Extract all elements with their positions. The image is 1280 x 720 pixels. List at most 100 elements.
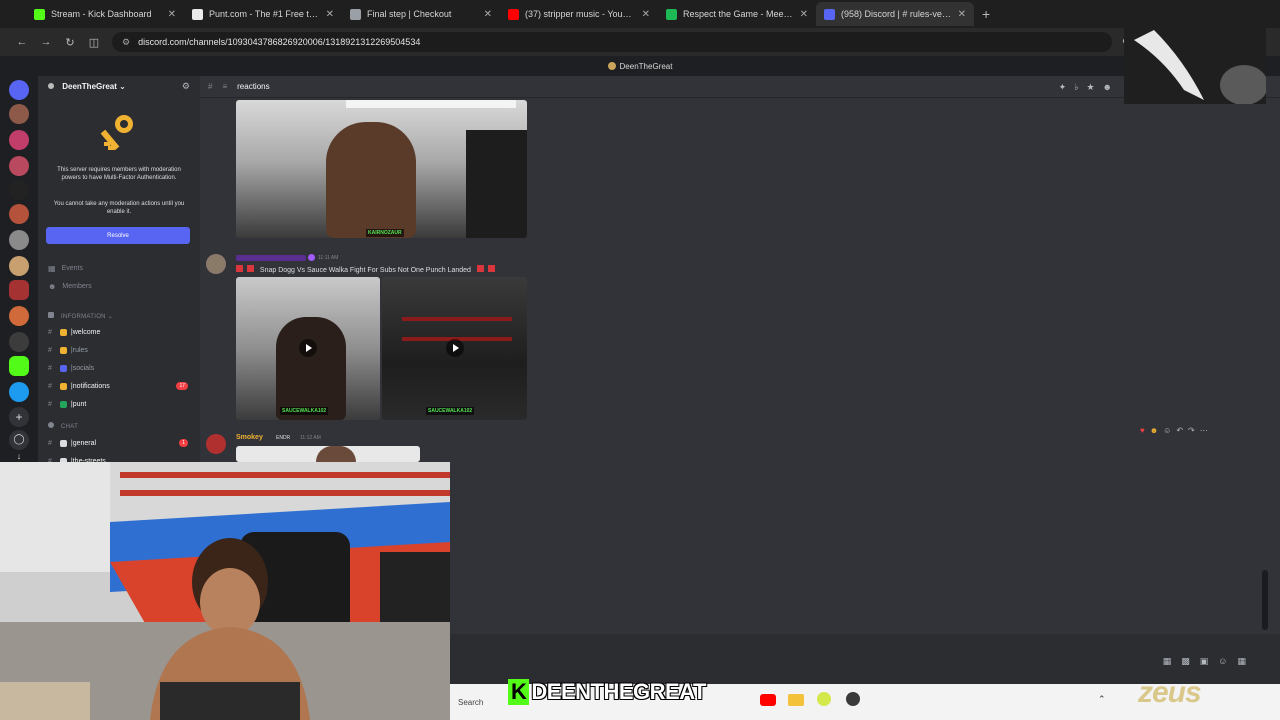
close-tab-icon[interactable]: ✕ — [484, 9, 492, 20]
server-name-header[interactable]: DeenTheGreat ⌄ — [48, 82, 126, 91]
streamer-name-banner: K DEENTHEGREAT — [508, 679, 706, 705]
threads-icon[interactable]: ✦ — [1059, 82, 1075, 92]
reload-icon[interactable]: ↻ — [58, 36, 82, 49]
forward-icon[interactable]: ↷ — [1188, 426, 1200, 435]
new-tab-button[interactable]: + — [982, 6, 990, 22]
server-icon[interactable] — [9, 382, 29, 402]
avatar[interactable] — [206, 254, 226, 274]
server-icon[interactable] — [9, 230, 29, 250]
channel-item-notifications[interactable]: # | notifications 17 — [48, 379, 194, 393]
close-tab-icon[interactable]: ✕ — [168, 9, 176, 20]
embedded-image[interactable] — [236, 446, 420, 462]
browser-tab[interactable]: Stream - Kick Dashboard ✕ — [26, 2, 184, 26]
browser-tab[interactable]: (958) Discord | # rules-verify ✕ — [816, 2, 974, 26]
channel-item-general[interactable]: # | general 1 — [48, 436, 194, 450]
close-tab-icon[interactable]: ✕ — [800, 9, 808, 20]
events-link[interactable]: ▦ Events — [48, 264, 83, 273]
address-bar[interactable]: ⚙ discord.com/channels/10930437868269200… — [112, 32, 1112, 52]
browser-tab[interactable]: Punt.com - The #1 Free to Play ✕ — [184, 2, 342, 26]
category-chat[interactable]: CHAT — [48, 422, 78, 430]
play-icon[interactable] — [299, 339, 317, 357]
channel-item-socials[interactable]: # | socials — [48, 361, 194, 375]
gift-icon[interactable]: ▦ — [1163, 656, 1182, 666]
folder-taskbar-icon[interactable] — [788, 694, 804, 706]
server-icon[interactable] — [9, 256, 29, 276]
kick-icon — [34, 8, 45, 20]
site-info-icon[interactable]: ⚙ — [122, 37, 130, 48]
laugh-reaction-icon[interactable]: ☻ — [1150, 426, 1163, 435]
browser-tab[interactable]: Respect the Game - Meek Mill ✕ — [658, 2, 816, 26]
mute-icon[interactable]: ♭ — [1074, 82, 1086, 92]
heart-reaction-icon[interactable]: ♥ — [1140, 426, 1150, 435]
close-tab-icon[interactable]: ✕ — [958, 9, 966, 20]
pin-icon[interactable]: ★ — [1086, 82, 1102, 92]
doc-icon — [350, 8, 361, 20]
url-text: discord.com/channels/1093043786826920006… — [138, 37, 421, 47]
red-emoji-icon — [487, 265, 495, 272]
more-icon[interactable]: ⋯ — [1200, 426, 1213, 435]
video-thumbnail[interactable]: SAUCEWALKA102 — [382, 277, 527, 420]
server-icon-small — [607, 62, 616, 70]
server-icon[interactable] — [9, 130, 29, 150]
apps-icon[interactable]: ▦ — [1237, 656, 1256, 666]
sidebar-toggle-icon[interactable]: ◫ — [82, 36, 106, 49]
play-icon[interactable] — [446, 339, 464, 357]
add-server-icon[interactable]: + — [9, 407, 29, 427]
sticker-icon[interactable]: ▣ — [1200, 656, 1219, 666]
members-toggle-icon[interactable]: ☻ — [1103, 82, 1120, 92]
resolve-button[interactable]: Resolve — [46, 227, 190, 244]
tab-label: Final step | Checkout — [367, 9, 452, 19]
reply-icon[interactable]: ↶ — [1176, 426, 1188, 435]
channel-item-punt[interactable]: # | punt — [48, 397, 194, 411]
members-link[interactable]: ☻ Members — [48, 282, 92, 291]
mfa-warning-text: This server requires members with modera… — [57, 167, 181, 181]
channel-sidebar: DeenTheGreat ⌄ ⚙ This server requires me… — [38, 76, 200, 466]
red-emoji-icon — [236, 265, 243, 272]
channel-name: rules — [72, 346, 88, 354]
mention-badge: 17 — [176, 382, 188, 390]
channel-name: socials — [72, 364, 95, 372]
video-thumbnail[interactable]: SAUCEWALKA102 — [236, 277, 380, 420]
close-tab-icon[interactable]: ✕ — [326, 9, 334, 20]
forward-icon[interactable]: → — [34, 36, 58, 48]
close-tab-icon[interactable]: ✕ — [642, 9, 650, 20]
server-icon[interactable] — [9, 332, 29, 352]
back-icon[interactable]: ← — [10, 36, 34, 48]
system-tray-chevron-icon[interactable]: ⌃ — [1098, 694, 1106, 705]
browser-tab[interactable]: (37) stripper music - YouTube ✕ — [500, 2, 658, 26]
image-person — [276, 317, 346, 420]
image-dark-wall — [466, 130, 527, 238]
gif-icon[interactable]: ▩ — [1181, 656, 1200, 666]
calendar-icon: ▦ — [48, 264, 56, 273]
server-icon[interactable] — [9, 104, 29, 124]
add-member-icon[interactable]: ⚙ — [182, 81, 190, 92]
server-icon[interactable] — [9, 356, 29, 376]
message-author[interactable]: Smokey — [236, 434, 263, 441]
server-icon[interactable] — [9, 204, 29, 224]
thread-icon: ≡ — [222, 82, 228, 91]
emoji-icon[interactable]: ☺ — [1218, 656, 1237, 666]
tab-label: Stream - Kick Dashboard — [51, 9, 152, 19]
channel-item-rules[interactable]: # | rules — [48, 343, 194, 357]
channel-emoji-icon — [59, 439, 67, 447]
category-information[interactable]: INFORMATION ⌄ — [48, 312, 113, 320]
direct-messages-icon[interactable] — [9, 80, 29, 100]
channel-item-welcome[interactable]: # | welcome — [48, 325, 194, 339]
server-icon[interactable] — [9, 280, 29, 300]
window-title: DeenTheGreat — [619, 61, 673, 71]
add-reaction-icon[interactable]: ☺ — [1163, 426, 1176, 435]
sponsor-logo: zeus — [1138, 676, 1202, 709]
server-icon[interactable] — [9, 180, 29, 200]
app-taskbar-icon[interactable] — [817, 692, 831, 706]
embedded-image[interactable]: KAIRNOZAUR — [236, 100, 527, 238]
app-taskbar-icon[interactable] — [846, 692, 860, 706]
server-icon[interactable] — [9, 306, 29, 326]
red-emoji-icon — [246, 265, 254, 272]
chat-scrollbar[interactable] — [1262, 570, 1268, 630]
streamer-name: DEENTHEGREAT — [531, 679, 706, 704]
server-icon[interactable] — [9, 156, 29, 176]
browser-tab[interactable]: Final step | Checkout ✕ — [342, 2, 500, 26]
avatar[interactable] — [206, 434, 226, 454]
channel-emoji-icon — [59, 346, 67, 354]
youtube-taskbar-icon[interactable] — [760, 694, 776, 706]
